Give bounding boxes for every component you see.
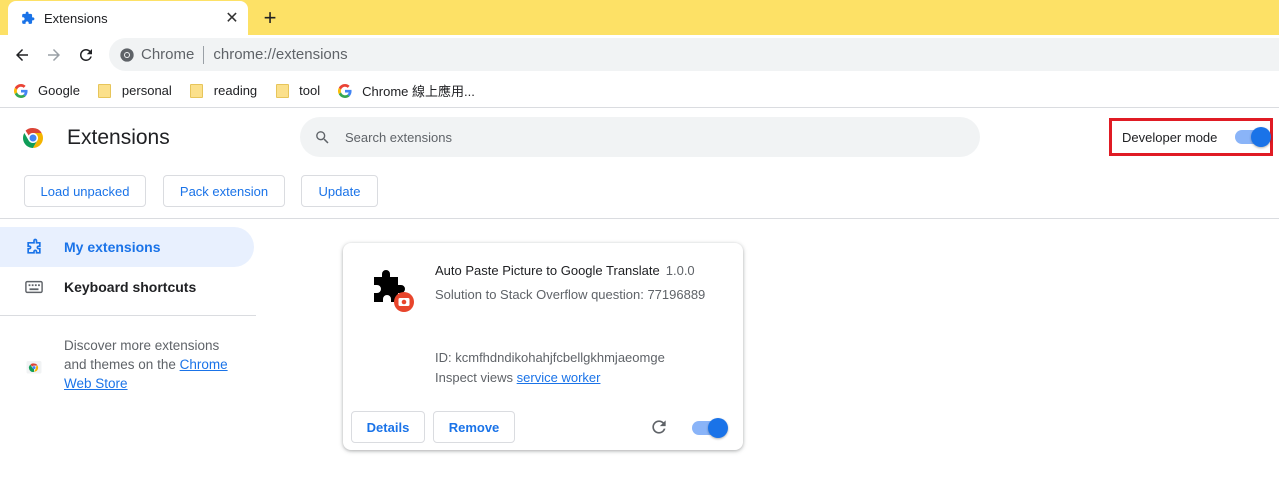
omnibox-url: chrome://extensions bbox=[213, 46, 348, 63]
page-title: Extensions bbox=[67, 126, 170, 149]
sidebar-item-label: Keyboard shortcuts bbox=[64, 279, 197, 295]
tab-strip: Extensions ✕ + bbox=[0, 0, 1279, 35]
extension-puzzle-icon bbox=[367, 265, 415, 313]
extension-version: 1.0.0 bbox=[665, 263, 695, 278]
extension-card-footer: Details Remove bbox=[343, 409, 743, 450]
reload-extension-icon[interactable] bbox=[649, 417, 669, 437]
developer-mode-label: Developer mode bbox=[1122, 129, 1218, 145]
extension-id-row: ID: kcmfhdndikohahjfcbellgkhmjaeomge bbox=[435, 350, 665, 365]
toggle-knob bbox=[1251, 127, 1272, 147]
extension-enable-toggle[interactable] bbox=[692, 418, 728, 438]
inspect-views-row: Inspect views service worker bbox=[435, 370, 600, 385]
service-worker-link[interactable]: service worker bbox=[517, 370, 601, 385]
close-tab-icon[interactable]: ✕ bbox=[222, 8, 242, 28]
bookmark-folder-reading[interactable]: reading bbox=[190, 83, 257, 98]
sidebar-item-label: My extensions bbox=[64, 239, 161, 255]
sidebar: My extensions Keyboard shortcuts Discove… bbox=[0, 220, 256, 485]
bookmark-folder-personal[interactable]: personal bbox=[98, 83, 172, 98]
bookmark-label: reading bbox=[213, 83, 258, 98]
inspect-views-label: Inspect views bbox=[435, 370, 517, 385]
bookmark-chrome-web-store[interactable]: Chrome 線上應用... bbox=[338, 81, 475, 100]
folder-icon bbox=[190, 83, 204, 98]
search-icon bbox=[316, 130, 329, 144]
arrow-left-icon bbox=[16, 49, 28, 61]
tab-title: Extensions bbox=[44, 10, 108, 26]
chrome-logo-icon bbox=[23, 127, 43, 148]
bookmark-label: tool bbox=[299, 83, 321, 98]
google-icon bbox=[14, 83, 28, 98]
web-store-icon bbox=[26, 361, 42, 374]
keyboard-icon bbox=[24, 277, 44, 297]
load-unpacked-button[interactable]: Load unpacked bbox=[24, 175, 146, 207]
sidebar-divider bbox=[0, 315, 256, 316]
bookmark-folder-tool[interactable]: tool bbox=[275, 83, 320, 98]
browser-toolbar: Chrome chrome://extensions bbox=[0, 35, 1279, 74]
details-button[interactable]: Details bbox=[351, 411, 425, 443]
bookmarks-bar: Google personal reading tool Chrome 線上應用… bbox=[0, 74, 1279, 108]
google-icon bbox=[338, 83, 352, 98]
extension-name-row: Auto Paste Picture to Google Translate 1.… bbox=[435, 263, 695, 278]
bookmark-label: Google bbox=[38, 83, 80, 98]
bookmark-google[interactable]: Google bbox=[14, 83, 80, 98]
discover-text: Discover more extensions and themes on t… bbox=[64, 336, 244, 393]
omnibox-site-label: Chrome bbox=[141, 46, 195, 63]
folder-icon bbox=[98, 83, 112, 98]
arrow-right-icon bbox=[48, 49, 60, 61]
discover-more: Discover more extensions and themes on t… bbox=[24, 336, 244, 393]
pack-extension-button[interactable]: Pack extension bbox=[163, 175, 285, 207]
omnibox-separator bbox=[203, 45, 205, 64]
folder-icon bbox=[275, 83, 289, 98]
extension-id-label: ID: bbox=[435, 350, 456, 365]
extensions-header: Extensions Search extensions Developer m… bbox=[0, 109, 1279, 219]
extension-card: Auto Paste Picture to Google Translate 1.… bbox=[343, 243, 743, 450]
reload-icon bbox=[80, 49, 92, 61]
puzzle-icon bbox=[20, 10, 36, 26]
reload-button[interactable] bbox=[72, 41, 100, 69]
puzzle-outline-icon bbox=[24, 237, 44, 257]
toggle-knob bbox=[708, 418, 728, 438]
tab-extensions[interactable]: Extensions ✕ bbox=[8, 1, 248, 35]
back-button[interactable] bbox=[8, 41, 36, 69]
remove-button[interactable]: Remove bbox=[433, 411, 515, 443]
update-button[interactable]: Update bbox=[301, 175, 378, 207]
sidebar-item-my-extensions[interactable]: My extensions bbox=[0, 227, 254, 267]
search-placeholder: Search extensions bbox=[345, 129, 452, 145]
extension-id: kcmfhdndikohahjfcbellgkhmjaeomge bbox=[455, 350, 665, 365]
bookmark-label: Chrome 線上應用... bbox=[362, 84, 475, 99]
sidebar-item-keyboard-shortcuts[interactable]: Keyboard shortcuts bbox=[0, 267, 254, 307]
extension-description: Solution to Stack Overflow question: 771… bbox=[435, 287, 706, 302]
chrome-site-icon bbox=[120, 47, 134, 62]
address-bar[interactable]: Chrome chrome://extensions bbox=[109, 38, 1279, 71]
forward-button[interactable] bbox=[40, 41, 68, 69]
search-extensions-input[interactable]: Search extensions bbox=[300, 117, 980, 157]
developer-mode-highlight: Developer mode bbox=[1109, 118, 1273, 156]
new-tab-button[interactable]: + bbox=[258, 5, 282, 30]
extension-name: Auto Paste Picture to Google Translate bbox=[435, 263, 660, 278]
developer-mode-toggle[interactable] bbox=[1235, 127, 1272, 147]
bookmark-label: personal bbox=[121, 83, 172, 98]
